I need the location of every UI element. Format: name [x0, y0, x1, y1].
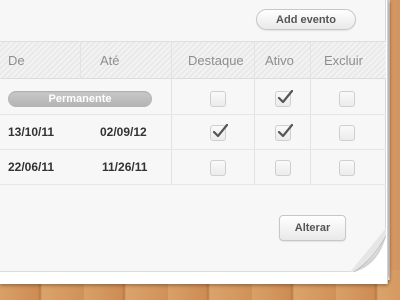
- ativo-checkbox[interactable]: [275, 160, 291, 176]
- check-icon: [277, 123, 293, 138]
- add-event-button[interactable]: Add evento: [256, 9, 356, 30]
- header-de: De: [8, 53, 25, 68]
- destaque-checkbox[interactable]: [210, 160, 226, 176]
- header-excluir: Excluir: [324, 53, 364, 68]
- date-to: 11/26/11: [102, 160, 148, 174]
- date-from: 22/06/11: [8, 160, 55, 174]
- destaque-checkbox[interactable]: [210, 91, 226, 107]
- alter-button[interactable]: Alterar: [279, 215, 346, 241]
- ativo-checkbox[interactable]: [275, 123, 293, 141]
- ativo-checkbox[interactable]: [275, 89, 293, 107]
- excluir-checkbox[interactable]: [339, 125, 355, 141]
- table-row: 13/10/11 02/09/12: [0, 115, 386, 150]
- page-curl-icon: [350, 228, 386, 272]
- column-divider: [80, 41, 81, 79]
- destaque-checkbox[interactable]: [210, 123, 228, 141]
- header-destaque: Destaque: [188, 53, 244, 68]
- table-row: Permanente: [0, 80, 386, 115]
- check-icon: [277, 89, 293, 104]
- check-icon: [212, 123, 228, 138]
- excluir-checkbox[interactable]: [339, 91, 355, 107]
- excluir-checkbox[interactable]: [339, 160, 355, 176]
- header-ate: Até: [100, 53, 120, 68]
- table-row: 22/06/11 11/26/11: [0, 150, 386, 185]
- date-from: 13/10/11: [8, 125, 55, 139]
- table-header: De Até Destaque Ativo Excluir: [0, 41, 386, 79]
- permanent-badge: Permanente: [8, 91, 152, 107]
- events-panel: Add evento De Até Destaque Ativo Excluir…: [0, 0, 386, 272]
- date-to: 02/09/12: [100, 125, 147, 139]
- header-ativo: Ativo: [265, 53, 294, 68]
